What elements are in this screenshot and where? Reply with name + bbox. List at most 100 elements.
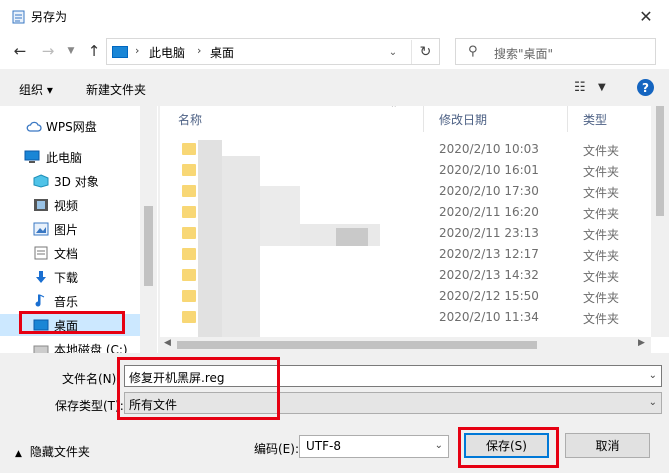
hide-folders-label: 隐藏文件夹 (29, 445, 90, 459)
filetype-select[interactable]: 所有文件 ⌄ (124, 392, 662, 414)
filename-input[interactable]: 修复开机黑屏.reg ⌄ (124, 365, 662, 387)
window-title: 另存为 (31, 10, 68, 24)
arrow-right-icon: → (41, 42, 55, 60)
nav-scrollbar-thumb[interactable] (144, 206, 153, 286)
nav-item-music[interactable]: 音乐 (0, 290, 140, 312)
folder-icon (182, 164, 196, 176)
view-dropdown-icon[interactable]: ▼ (598, 82, 606, 93)
nav-scrollbar[interactable] (140, 106, 157, 353)
sort-arrow-icon: ⌃ (390, 106, 398, 114)
folder-icon (182, 206, 196, 218)
refresh-button[interactable]: ↻ (411, 40, 439, 64)
vertical-scrollbar-thumb[interactable] (656, 106, 664, 216)
encoding-select[interactable]: UTF-8 ⌄ (299, 435, 449, 458)
row-date: 2020/2/10 16:01 (439, 163, 539, 177)
row-date: 2020/2/13 12:17 (439, 247, 539, 261)
chevron-down-icon[interactable]: ⌄ (435, 440, 443, 451)
download-icon (36, 271, 46, 283)
folder-icon (182, 185, 196, 197)
chevron-down-icon[interactable]: ⌄ (649, 370, 657, 381)
nav-item-wps-cloud[interactable]: WPS网盘 (0, 115, 140, 137)
nav-item-downloads[interactable]: 下载 (0, 266, 140, 288)
back-button[interactable]: ← (10, 41, 30, 61)
encoding-label: 编码(E): (254, 442, 299, 456)
row-date: 2020/2/11 23:13 (439, 226, 539, 240)
breadcrumb-desktop[interactable]: 桌面 (210, 44, 234, 61)
close-button[interactable]: ✕ (623, 0, 669, 33)
column-header-label: 类型 (583, 112, 608, 127)
filetype-label: 保存类型(T): (55, 399, 124, 413)
row-date: 2020/2/11 16:20 (439, 205, 539, 219)
view-options-icon[interactable]: ☷ (574, 80, 586, 95)
navigation-pane: WPS网盘 此电脑 3D 对象 视频 图片 文档 下载 音乐 桌面 本地磁盘 (… (0, 106, 158, 353)
encoding-value: UTF-8 (306, 439, 341, 453)
row-date: 2020/2/12 15:50 (439, 289, 539, 303)
file-list-horizontal-scrollbar[interactable]: ◀ ▶ (160, 337, 651, 353)
nav-item-label: WPS网盘 (46, 119, 97, 134)
forward-button[interactable]: → (38, 41, 58, 61)
breadcrumb-this-pc[interactable]: 此电脑 (149, 44, 185, 61)
nav-item-this-pc[interactable]: 此电脑 (0, 146, 140, 168)
file-list: 名称 ⌃ 修改日期 类型 2020/2/10 10:03 文件夹 2020/2/1… (160, 106, 669, 353)
organize-menu[interactable]: 组织 ▾ (19, 81, 53, 98)
help-icon[interactable]: ? (637, 79, 654, 96)
row-date: 2020/2/10 11:34 (439, 310, 539, 324)
column-header-name[interactable]: 名称 (160, 106, 422, 132)
folder-icon (182, 143, 196, 155)
nav-item-label: 3D 对象 (54, 174, 99, 189)
hide-folders-toggle[interactable]: ▲ 隐藏文件夹 (15, 443, 90, 460)
folder-icon (182, 311, 196, 323)
toolbar: 组织 ▾ 新建文件夹 ☷ ▼ ? (0, 69, 669, 106)
nav-item-documents[interactable]: 文档 (0, 242, 140, 264)
nav-item-3d-objects[interactable]: 3D 对象 (0, 170, 140, 192)
cancel-button[interactable]: 取消 (565, 433, 650, 458)
nav-item-label: 视频 (54, 198, 79, 213)
nav-item-pictures[interactable]: 图片 (0, 218, 140, 240)
row-type: 文件夹 (583, 312, 620, 326)
row-type: 文件夹 (583, 270, 620, 284)
column-header-type[interactable]: 类型 (565, 106, 651, 132)
breadcrumb-separator-icon[interactable]: › (135, 44, 139, 57)
nav-item-label: 下载 (54, 270, 79, 285)
folder-icon (182, 290, 196, 302)
breadcrumb-separator-icon[interactable]: › (197, 44, 201, 57)
scroll-right-icon[interactable]: ▶ (638, 338, 645, 348)
search-icon: ⚲ (468, 44, 478, 59)
up-button[interactable]: ↑ (84, 41, 104, 61)
row-type: 文件夹 (583, 291, 620, 305)
recent-locations-button[interactable]: ▼ (61, 41, 81, 61)
cube-icon (33, 174, 49, 188)
picture-icon (33, 222, 49, 236)
computer-icon (112, 46, 128, 58)
row-type: 文件夹 (583, 207, 620, 221)
nav-item-videos[interactable]: 视频 (0, 194, 140, 216)
search-box[interactable]: ⚲ 搜索"桌面" (455, 38, 656, 65)
address-dropdown-button[interactable]: ⌄ (383, 41, 403, 63)
notepad-icon (12, 10, 25, 24)
column-header-modified[interactable]: 修改日期 (421, 106, 565, 132)
title-bar: 另存为 ✕ (0, 0, 669, 33)
chevron-down-icon: ▼ (67, 46, 75, 56)
nav-item-local-disk-c[interactable]: 本地磁盘 (C:) (0, 338, 140, 353)
folder-icon (182, 248, 196, 260)
file-list-vertical-scrollbar[interactable] (651, 106, 669, 337)
horizontal-scrollbar-thumb[interactable] (177, 341, 537, 349)
scroll-left-icon[interactable]: ◀ (164, 338, 171, 348)
folder-icon (182, 269, 196, 281)
save-button[interactable]: 保存(S) (464, 433, 549, 458)
redacted-filenames (222, 156, 260, 346)
new-folder-button[interactable]: 新建文件夹 (86, 81, 146, 98)
nav-item-desktop[interactable]: 桌面 (0, 314, 140, 336)
redacted-filenames (198, 140, 222, 340)
chevron-down-icon[interactable]: ⌄ (649, 397, 657, 408)
video-icon (34, 199, 48, 211)
column-header-label: 修改日期 (439, 112, 488, 127)
nav-item-label: 桌面 (54, 318, 79, 333)
filetype-value: 所有文件 (129, 398, 178, 412)
cloud-icon (26, 121, 42, 132)
address-bar[interactable]: › 此电脑 › 桌面 ⌄ ↻ (106, 38, 440, 65)
row-type: 文件夹 (583, 165, 620, 179)
dialog-footer: ▲ 隐藏文件夹 编码(E): UTF-8 ⌄ 保存(S) 取消 (0, 425, 669, 473)
document-icon (34, 246, 48, 260)
refresh-icon: ↻ (419, 44, 432, 60)
